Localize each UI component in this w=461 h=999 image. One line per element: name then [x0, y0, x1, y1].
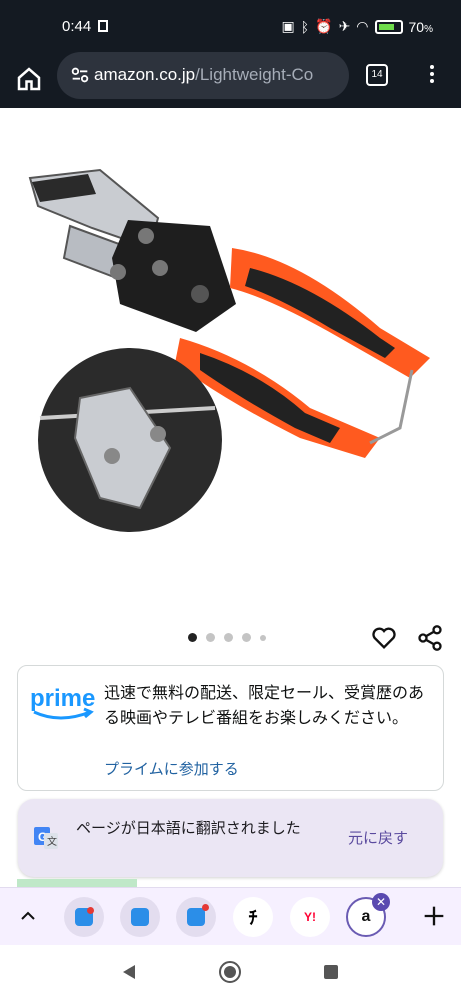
carousel-dot[interactable]: [260, 634, 266, 641]
battery-icon: [374, 19, 403, 34]
carousel-dot[interactable]: [188, 633, 197, 642]
chevron-up-icon[interactable]: [16, 904, 40, 928]
google-translate-icon: G 文: [34, 827, 58, 849]
app-icon: [75, 907, 94, 926]
amazon-icon: a: [361, 908, 371, 925]
tab-item[interactable]: [120, 897, 160, 937]
tab-item[interactable]: [176, 897, 216, 937]
translate-message: ページが日本語に翻訳されました: [76, 819, 301, 837]
svg-text:文: 文: [47, 835, 57, 848]
bolt-2: [110, 264, 126, 280]
yahoo-icon: Y!: [304, 910, 316, 924]
carousel-dot[interactable]: [242, 633, 251, 642]
site-settings-icon[interactable]: [69, 64, 91, 86]
home-icon: [17, 67, 41, 91]
home-circle-icon[interactable]: [218, 960, 242, 984]
tab-item[interactable]: [64, 897, 104, 937]
prime-join-link[interactable]: プライムに参加する: [104, 758, 239, 779]
close-tab-icon[interactable]: ✕: [372, 893, 390, 911]
prime-message: 迅速で無料の配送、限定セール、受賞歴のある映画やテレビ番組をお楽しみください。: [104, 683, 425, 727]
translate-snackbar: G 文 ページが日本語に翻訳されました 元に戻す: [18, 799, 443, 877]
status-icons: ▣ ᛒ ⏰ ✈ ◠ 70%: [281, 18, 433, 35]
adjust-knob: [191, 285, 209, 303]
alarm-icon: ⏰: [315, 18, 333, 34]
status-bar: 0:44 ▣ ᛒ ⏰ ✈ ◠ 70%: [0, 0, 461, 52]
browser-toolbar: amazon.co.jp/Lightweight-Co 14: [0, 52, 461, 108]
status-time: 0:44: [62, 18, 92, 35]
content-peek: [17, 879, 397, 887]
prime-logo: prime: [30, 685, 95, 720]
head-body: [112, 220, 236, 332]
share-icon[interactable]: [416, 624, 444, 652]
battery-level: 70%: [408, 18, 433, 35]
address-bar[interactable]: amazon.co.jp/Lightweight-Co: [57, 52, 349, 99]
url-text[interactable]: amazon.co.jp/Lightweight-Co: [94, 65, 340, 85]
airplane-icon: ✈: [338, 18, 351, 34]
bluetooth-icon: ᛒ: [300, 18, 310, 35]
site-icon: ﾁ: [248, 908, 258, 928]
heart-icon[interactable]: [370, 624, 398, 652]
app-icon: [187, 904, 209, 926]
upper-grip: [245, 268, 395, 358]
carousel-dot[interactable]: [206, 633, 215, 642]
carousel-dot[interactable]: [224, 633, 233, 642]
add-tab-icon[interactable]: [420, 902, 448, 930]
undo-translation-button[interactable]: 元に戻す: [348, 827, 408, 848]
home-button[interactable]: [14, 64, 44, 94]
system-nav-bar: [0, 945, 461, 999]
bolt-3: [152, 260, 168, 276]
svg-text:prime: prime: [30, 685, 95, 712]
wifi-icon: ◠: [356, 18, 369, 34]
prime-card: prime 迅速で無料の配送、限定セール、受賞歴のある映画やテレビ番組をお楽しみ…: [17, 665, 444, 791]
back-icon[interactable]: [120, 963, 138, 981]
nfc-icon: ▣: [281, 18, 295, 34]
recents-icon[interactable]: [322, 963, 340, 981]
tab-item[interactable]: Y!: [290, 897, 330, 937]
tab-item-selected[interactable]: a ✕: [346, 893, 390, 937]
notification-icon: [98, 20, 108, 32]
spring-wire: [369, 369, 414, 445]
tab-item[interactable]: ﾁ: [233, 897, 273, 937]
product-image[interactable]: [0, 108, 461, 618]
more-menu-button[interactable]: [424, 62, 440, 90]
tab-switcher-button[interactable]: 14: [366, 64, 388, 86]
image-carousel-dots[interactable]: [188, 633, 266, 642]
app-icon: [131, 908, 149, 926]
bolt-1: [138, 228, 154, 244]
tab-group-bar: ﾁ Y! a ✕: [0, 887, 461, 945]
